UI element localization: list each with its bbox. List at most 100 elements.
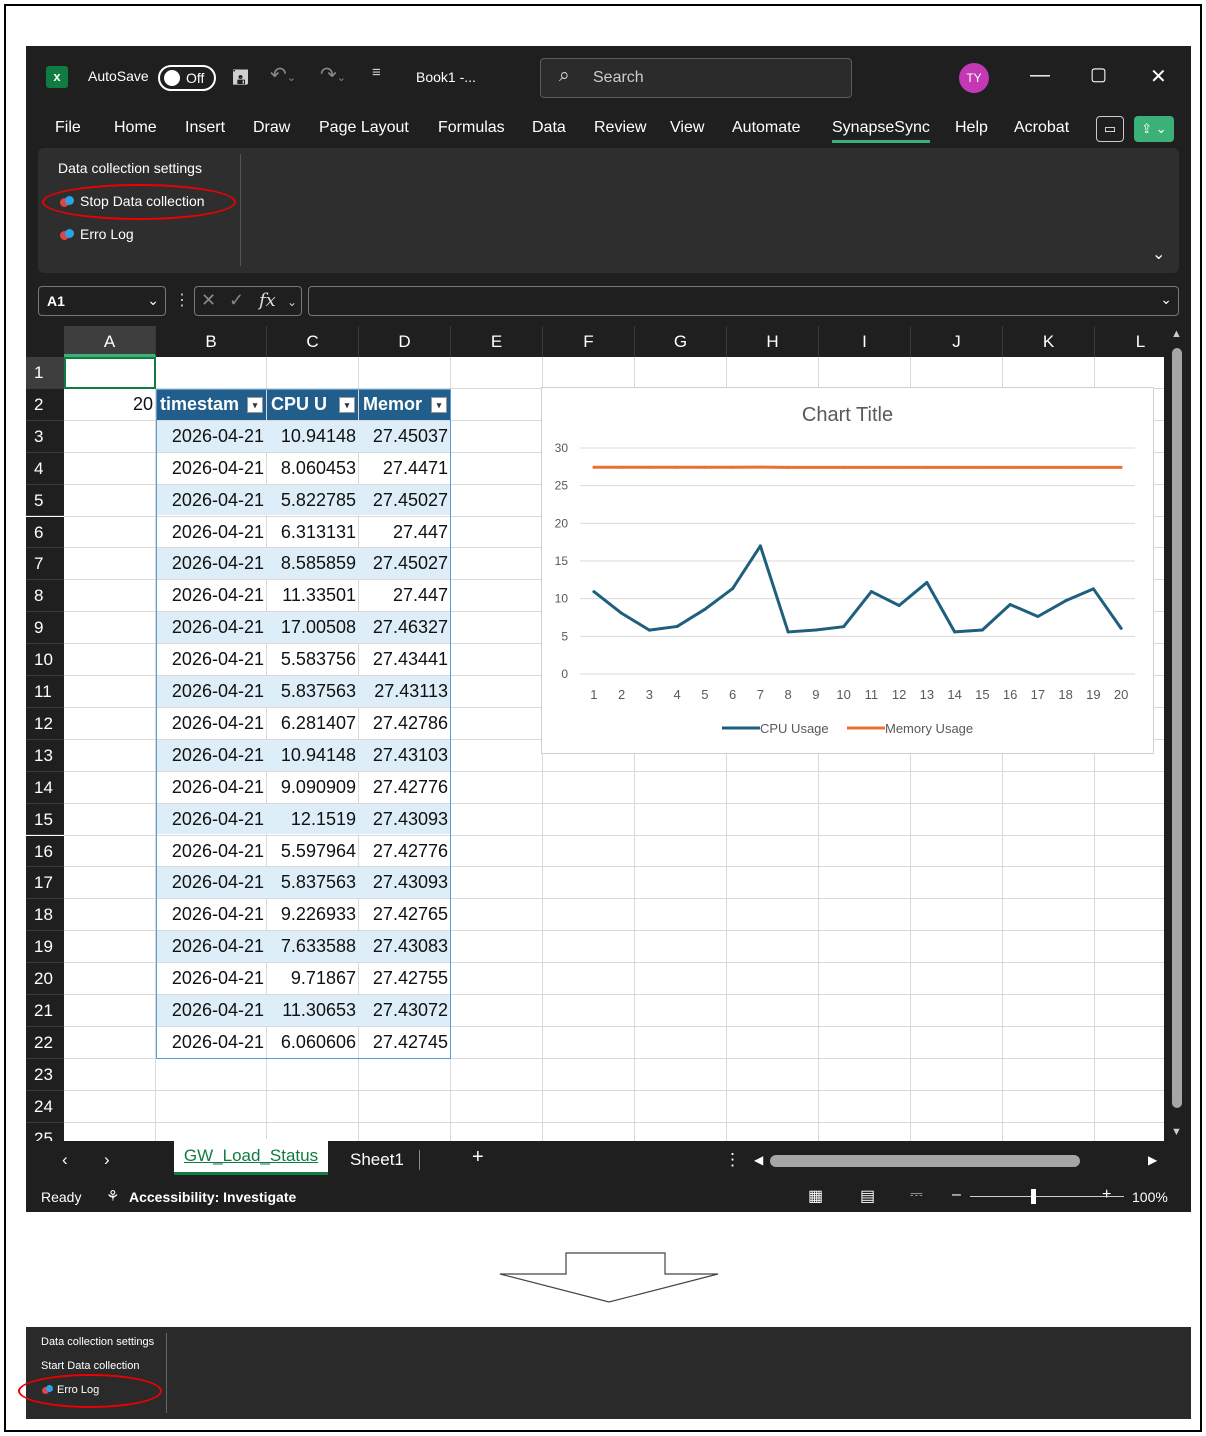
tab-view[interactable]: View <box>670 119 704 137</box>
column-header-c[interactable]: C <box>267 326 359 357</box>
enter-icon[interactable]: ✓ <box>229 290 244 311</box>
data-point[interactable] <box>1119 626 1123 630</box>
column-header-i[interactable]: I <box>819 326 911 357</box>
data-point[interactable] <box>897 604 901 608</box>
zoom-slider-handle[interactable] <box>1031 1189 1036 1204</box>
row-header-13[interactable]: 13 <box>26 739 64 772</box>
data-point[interactable] <box>731 465 735 469</box>
row-header-3[interactable]: 3 <box>26 420 64 453</box>
data-point[interactable] <box>1091 465 1095 469</box>
select-all-corner[interactable] <box>26 326 64 357</box>
column-header-b[interactable]: B <box>156 326 267 357</box>
tab-insert[interactable]: Insert <box>185 119 225 137</box>
vertical-scroll-thumb[interactable] <box>1172 348 1182 1108</box>
share-button[interactable]: ⇪ ⌄ <box>1134 116 1174 142</box>
normal-view-icon[interactable]: ▦ <box>808 1186 823 1206</box>
data-point[interactable] <box>869 590 873 594</box>
data-point[interactable] <box>703 607 707 611</box>
accessibility-status[interactable]: Accessibility: Investigate <box>129 1189 296 1205</box>
row-header-22[interactable]: 22 <box>26 1026 64 1059</box>
row-header-17[interactable]: 17 <box>26 867 64 900</box>
data-point[interactable] <box>869 465 873 469</box>
column-header-g[interactable]: G <box>635 326 727 357</box>
data-point[interactable] <box>786 630 790 634</box>
sheet-tab-active[interactable]: GW_Load_Status <box>174 1139 328 1175</box>
row-header-5[interactable]: 5 <box>26 484 64 517</box>
tab-data[interactable]: Data <box>532 119 566 137</box>
row-header-20[interactable]: 20 <box>26 963 64 995</box>
data-point[interactable] <box>953 465 957 469</box>
data-point[interactable] <box>1091 587 1095 591</box>
row-header-10[interactable]: 10 <box>26 644 64 676</box>
tab-home[interactable]: Home <box>114 119 157 137</box>
more-icon[interactable]: ⋮ <box>174 290 190 310</box>
row-header-14[interactable]: 14 <box>26 771 64 804</box>
data-point[interactable] <box>925 580 929 584</box>
column-header-h[interactable]: H <box>727 326 819 357</box>
tab-scroll-right-icon[interactable]: › <box>104 1150 110 1170</box>
comment-icon[interactable]: ▭ <box>1096 116 1124 142</box>
minimize-icon[interactable]: — <box>1030 64 1050 87</box>
row-header-7[interactable]: 7 <box>26 548 64 581</box>
data-point[interactable] <box>675 465 679 469</box>
data-point[interactable] <box>620 611 624 615</box>
data-point[interactable] <box>814 465 818 469</box>
column-header-k[interactable]: K <box>1003 326 1095 357</box>
tab-file[interactable]: File <box>55 119 81 137</box>
tab-page-layout[interactable]: Page Layout <box>319 119 409 137</box>
row-header-9[interactable]: 9 <box>26 612 64 645</box>
cell-a2[interactable]: 20 <box>64 394 156 415</box>
data-point[interactable] <box>703 465 707 469</box>
page-layout-view-icon[interactable]: ▤ <box>860 1186 875 1206</box>
data-point[interactable] <box>1036 465 1040 469</box>
zoom-in-button[interactable]: + <box>1102 1186 1111 1204</box>
row-header-1[interactable]: 1 <box>26 357 64 389</box>
tab-formulas[interactable]: Formulas <box>438 119 505 137</box>
zoom-out-button[interactable]: – <box>952 1186 961 1204</box>
row-header-21[interactable]: 21 <box>26 995 64 1027</box>
row-header-12[interactable]: 12 <box>26 707 64 740</box>
book-title[interactable]: Book1 -... <box>416 69 476 85</box>
data-point[interactable] <box>1008 465 1012 469</box>
row-header-25[interactable]: 25 <box>26 1122 64 1141</box>
autosave-toggle[interactable]: Off <box>158 65 216 91</box>
series-line-cpu-usage[interactable] <box>592 544 1123 634</box>
erro-log-button[interactable]: Erro Log <box>60 226 134 242</box>
row-header-11[interactable]: 11 <box>26 676 64 708</box>
row-header-16[interactable]: 16 <box>26 835 64 868</box>
chevron-down-icon[interactable]: ⌄ <box>287 295 297 309</box>
tab-scroll-left-icon[interactable]: ‹ <box>62 1150 68 1170</box>
row-header-18[interactable]: 18 <box>26 899 64 932</box>
data-point[interactable] <box>842 465 846 469</box>
column-header-f[interactable]: F <box>543 326 635 357</box>
data-point[interactable] <box>1064 465 1068 469</box>
data-point[interactable] <box>758 465 762 469</box>
data-point[interactable] <box>925 465 929 469</box>
data-point[interactable] <box>647 628 651 632</box>
column-header-d[interactable]: D <box>359 326 451 357</box>
tab-acrobat[interactable]: Acrobat <box>1014 119 1069 137</box>
data-point[interactable] <box>953 630 957 634</box>
tab-review[interactable]: Review <box>594 119 646 137</box>
data-point[interactable] <box>814 628 818 632</box>
start-data-collection-button[interactable]: Start Data collection <box>41 1360 139 1372</box>
row-header-6[interactable]: 6 <box>26 516 64 549</box>
data-point[interactable] <box>675 624 679 628</box>
worksheet-grid[interactable]: ABCDEFGHIJKL 1 2 3 4 5 6 7 8 9 10 11 12 13 14 15 16 17 18… <box>26 326 1191 1141</box>
scroll-up-icon[interactable]: ▲ <box>1171 328 1182 340</box>
data-point[interactable] <box>647 465 651 469</box>
sheet-tab[interactable]: Sheet1 <box>350 1150 404 1170</box>
collapse-ribbon-icon[interactable]: ⌄ <box>1152 244 1165 264</box>
row-header-8[interactable]: 8 <box>26 580 64 613</box>
column-header-a[interactable]: A <box>64 326 156 357</box>
close-icon[interactable]: ✕ <box>1150 64 1167 89</box>
zoom-slider[interactable] <box>970 1196 1124 1197</box>
row-header-24[interactable]: 24 <box>26 1090 64 1123</box>
search-box[interactable]: ⌕ Search <box>540 58 852 98</box>
row-header-15[interactable]: 15 <box>26 803 64 836</box>
scroll-down-icon[interactable]: ▼ <box>1171 1126 1182 1138</box>
fx-icon[interactable]: fx <box>259 290 276 311</box>
data-point[interactable] <box>592 465 596 469</box>
data-point[interactable] <box>980 465 984 469</box>
horizontal-scroll-thumb[interactable] <box>770 1155 1080 1167</box>
